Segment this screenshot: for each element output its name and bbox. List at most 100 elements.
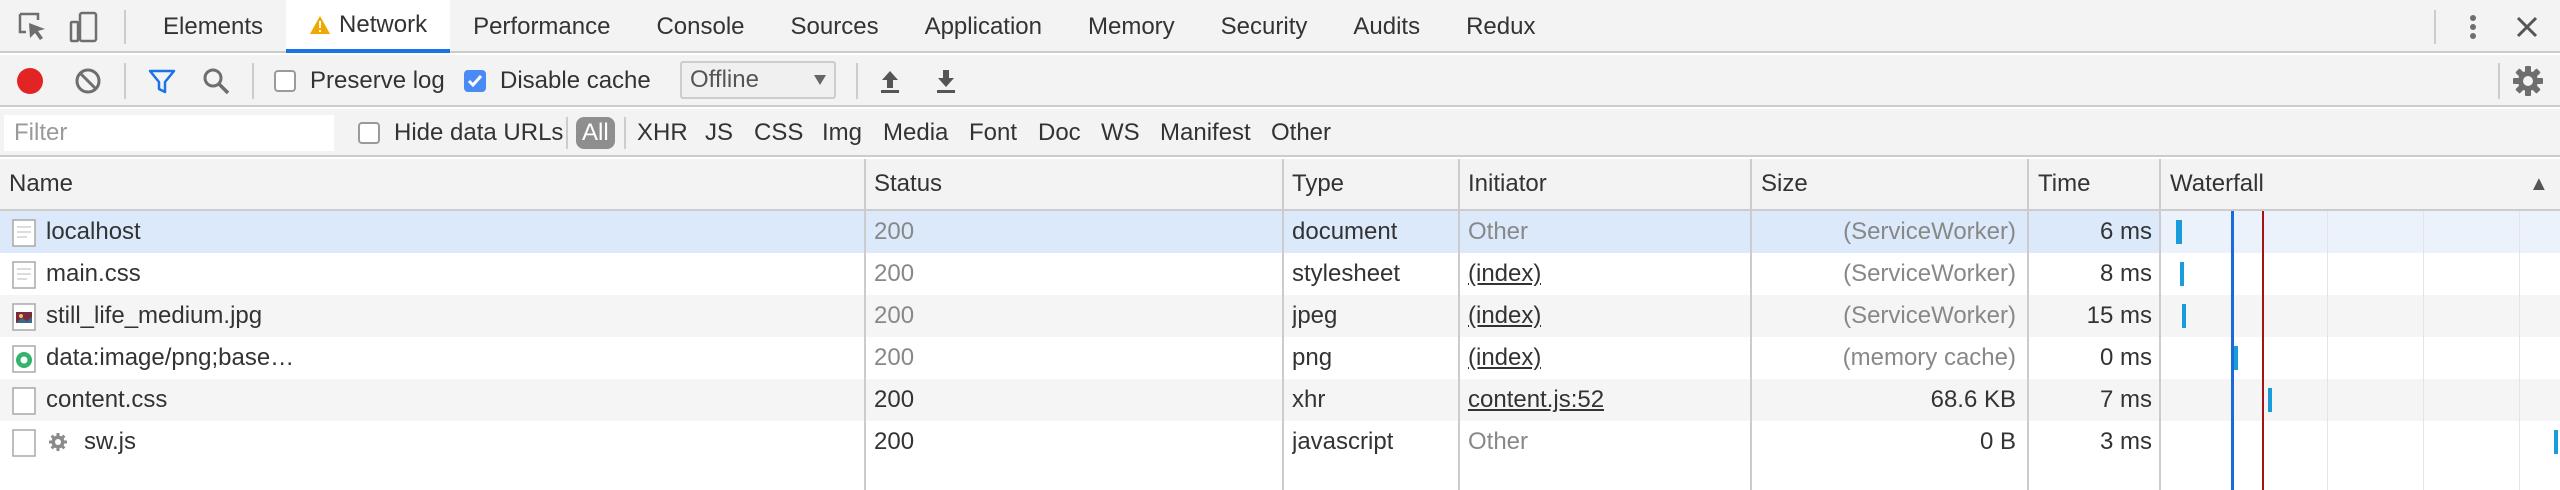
inspect-element-icon[interactable] bbox=[16, 10, 50, 44]
filter-input[interactable] bbox=[4, 115, 334, 151]
preserve-log-label: Preserve log bbox=[310, 67, 445, 94]
request-time: 15 ms bbox=[2086, 302, 2152, 329]
close-icon[interactable] bbox=[2510, 10, 2544, 44]
hide-data-urls-checkbox[interactable] bbox=[358, 122, 380, 144]
filter-type-ws[interactable]: WS bbox=[1101, 117, 1140, 149]
request-initiator-link[interactable]: (index) bbox=[1468, 253, 1541, 295]
tab-network[interactable]: Network bbox=[286, 0, 451, 53]
sort-ascending-icon[interactable]: ▲ bbox=[2520, 159, 2549, 209]
import-har-button[interactable] bbox=[872, 63, 908, 99]
column-header-type[interactable]: Type bbox=[1283, 159, 1344, 209]
request-initiator-link[interactable]: (index) bbox=[1468, 295, 1541, 337]
waterfall-bar[interactable] bbox=[2180, 262, 2184, 286]
filter-type-img[interactable]: Img bbox=[822, 117, 862, 149]
filter-type-doc[interactable]: Doc bbox=[1038, 117, 1081, 149]
tab-performance[interactable]: Performance bbox=[450, 0, 633, 53]
tab-audits[interactable]: Audits bbox=[1330, 0, 1443, 53]
clear-button[interactable] bbox=[70, 63, 106, 99]
record-button[interactable] bbox=[12, 63, 48, 99]
request-initiator: Other bbox=[1468, 428, 1529, 455]
request-initiator: Other bbox=[1468, 218, 1529, 245]
table-row[interactable]: data:image/png;base… 200 png (index) (me… bbox=[0, 337, 2160, 379]
load-event-line bbox=[2262, 211, 2264, 490]
table-row[interactable]: main.css 200 stylesheet (index) (Service… bbox=[0, 253, 2160, 295]
waterfall-bar[interactable] bbox=[2554, 430, 2558, 454]
generic-file-icon bbox=[12, 429, 36, 457]
request-type: png bbox=[1292, 344, 1333, 371]
request-status: 200 bbox=[874, 386, 915, 413]
filter-type-all[interactable]: All bbox=[576, 117, 615, 149]
disable-cache-label: Disable cache bbox=[500, 67, 651, 94]
tab-console[interactable]: Console bbox=[633, 0, 767, 53]
filter-type-other[interactable]: Other bbox=[1271, 117, 1331, 149]
throttling-select[interactable]: Offline bbox=[680, 61, 836, 99]
column-header-name[interactable]: Name bbox=[0, 159, 73, 209]
filter-type-css[interactable]: CSS bbox=[754, 117, 803, 149]
filter-type-media[interactable]: Media bbox=[883, 117, 948, 149]
request-type: javascript bbox=[1292, 428, 1394, 455]
tab-label: Memory bbox=[1088, 12, 1175, 40]
request-type: xhr bbox=[1292, 386, 1326, 413]
export-har-button[interactable] bbox=[928, 63, 964, 99]
tab-redux[interactable]: Redux bbox=[1443, 0, 1558, 53]
record-icon bbox=[17, 68, 43, 94]
search-button[interactable] bbox=[198, 63, 234, 99]
tab-memory[interactable]: Memory bbox=[1065, 0, 1198, 53]
request-name: localhost bbox=[46, 218, 141, 245]
request-name: still_life_medium.jpg bbox=[46, 302, 263, 329]
toolbar-divider bbox=[124, 10, 126, 44]
request-type: jpeg bbox=[1292, 302, 1338, 329]
request-size: 68.6 KB bbox=[1930, 386, 2016, 413]
request-type: document bbox=[1292, 218, 1398, 245]
tab-application[interactable]: Application bbox=[902, 0, 1065, 53]
device-toolbar-icon[interactable] bbox=[68, 10, 102, 44]
clear-icon bbox=[75, 68, 101, 94]
table-row[interactable]: content.css 200 xhr content.js:52 68.6 K… bbox=[0, 379, 2160, 421]
request-time: 3 ms bbox=[2099, 428, 2152, 455]
table-header: Name Status Type Initiator Size Time Wat… bbox=[0, 159, 2560, 211]
dropdown-arrow-icon bbox=[814, 75, 826, 85]
waterfall-gridline bbox=[2423, 211, 2424, 490]
waterfall-bar[interactable] bbox=[2176, 220, 2182, 244]
table-row[interactable]: still_life_medium.jpg 200 jpeg (index) (… bbox=[0, 295, 2160, 337]
request-status: 200 bbox=[874, 344, 915, 371]
waterfall-bar[interactable] bbox=[2268, 388, 2272, 412]
column-header-size[interactable]: Size bbox=[1752, 159, 1808, 209]
toolbar-divider bbox=[856, 63, 858, 99]
request-name: main.css bbox=[46, 260, 141, 287]
request-status: 200 bbox=[874, 218, 915, 245]
document-file-icon bbox=[12, 219, 36, 247]
request-initiator-link[interactable]: (index) bbox=[1468, 337, 1541, 379]
column-header-waterfall[interactable]: Waterfall bbox=[2161, 159, 2264, 209]
tab-elements[interactable]: Elements bbox=[140, 0, 286, 53]
filter-type-font[interactable]: Font bbox=[969, 117, 1017, 149]
tab-sources[interactable]: Sources bbox=[768, 0, 902, 53]
toolbar-divider bbox=[624, 117, 626, 149]
request-initiator-link[interactable]: content.js:52 bbox=[1468, 379, 1604, 421]
search-icon bbox=[203, 68, 230, 95]
filter-type-manifest[interactable]: Manifest bbox=[1160, 117, 1251, 149]
tab-label: Performance bbox=[473, 12, 611, 40]
request-status: 200 bbox=[874, 260, 915, 287]
settings-button[interactable] bbox=[2510, 63, 2546, 99]
disable-cache-checkbox[interactable] bbox=[464, 70, 486, 92]
tab-security[interactable]: Security bbox=[1198, 0, 1331, 53]
filter-toggle-button[interactable] bbox=[144, 63, 180, 99]
column-header-time[interactable]: Time bbox=[2029, 159, 2090, 209]
export-har-icon bbox=[937, 70, 955, 93]
table-row[interactable]: localhost 200 document Other (ServiceWor… bbox=[0, 211, 2160, 253]
waterfall-bar[interactable] bbox=[2182, 304, 2186, 328]
column-header-initiator[interactable]: Initiator bbox=[1459, 159, 1547, 209]
toolbar-divider bbox=[124, 63, 126, 99]
waterfall-bar[interactable] bbox=[2234, 346, 2238, 370]
filter-type-js[interactable]: JS bbox=[705, 117, 733, 149]
column-header-status[interactable]: Status bbox=[865, 159, 942, 209]
preserve-log-checkbox[interactable] bbox=[274, 70, 296, 92]
import-har-icon bbox=[881, 71, 899, 93]
more-options-icon[interactable] bbox=[2456, 10, 2490, 44]
waterfall-selected-highlight bbox=[2160, 211, 2560, 253]
tab-label: Application bbox=[924, 12, 1042, 40]
stylesheet-file-icon bbox=[12, 261, 36, 289]
table-row[interactable]: sw.js 200 javascript Other 0 B 3 ms bbox=[0, 421, 2160, 463]
filter-type-xhr[interactable]: XHR bbox=[637, 117, 688, 149]
